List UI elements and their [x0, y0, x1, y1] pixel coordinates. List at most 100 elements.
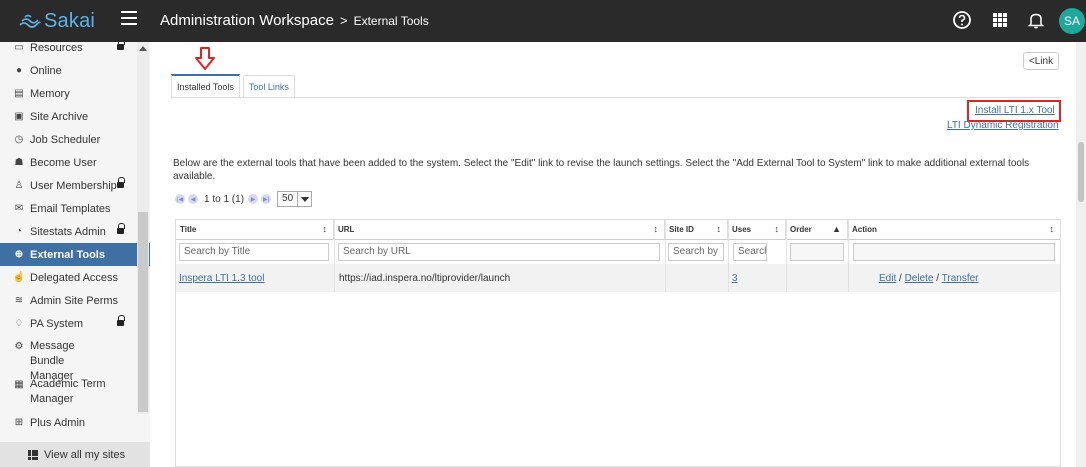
sidebar-item-label: Memory	[30, 87, 70, 100]
sidebar-item-plus-admin[interactable]: ⊞ Plus Admin	[0, 411, 150, 434]
sort-icon: ↕	[322, 224, 328, 234]
page-scroll-thumb[interactable]	[1078, 142, 1084, 202]
column-header-order[interactable]: Order ▲	[786, 220, 848, 240]
tool-uses-cell: 3	[732, 273, 738, 284]
tools-description: Below are the external tools that have b…	[173, 158, 1030, 182]
action-filter-input[interactable]	[853, 243, 1055, 261]
column-header-action[interactable]: Action ↕	[848, 220, 1060, 240]
sort-ascending-icon: ▲	[832, 224, 841, 234]
tool-title-link[interactable]: Inspera LTI 1.3 tool	[179, 273, 264, 284]
install-lti-tool-link[interactable]: Install LTI 1.x Tool	[975, 105, 1055, 116]
sidebar-item-email-templates[interactable]: ✉ Email Templates	[0, 197, 150, 220]
column-header-site-id[interactable]: Site ID ↕	[665, 220, 728, 240]
sort-icon: ↕	[716, 224, 722, 234]
url-search-input[interactable]: Search by URL	[338, 243, 660, 261]
sidebar-item-label: External Tools	[30, 248, 105, 261]
view-all-sites-label: View all my sites	[44, 448, 126, 461]
sakai-logo[interactable]: Sakai	[18, 8, 95, 34]
tool-url-cell: https://iad.inspera.no/ltiprovider/launc…	[339, 273, 511, 284]
breadcrumb-separator: >	[339, 13, 348, 28]
sidebar-item-label: Site Archive	[30, 110, 89, 123]
help-icon[interactable]	[952, 10, 972, 30]
sidebar-item-memory[interactable]: ▤ Memory	[0, 82, 150, 105]
delete-link[interactable]: Delete	[905, 273, 934, 284]
notifications-bell-icon[interactable]	[1026, 10, 1046, 30]
column-divider	[848, 220, 849, 292]
sidebar-item-online[interactable]: ● Online	[0, 59, 150, 82]
globe-icon: ⊕	[14, 249, 24, 260]
tool-action-cell: Edit / Delete / Transfer	[879, 273, 979, 284]
uses-search-input[interactable]: Search	[733, 243, 767, 261]
external-tools-table: Title ↕ URL ↕ Site ID ↕ Uses ↕ Order ▲ A…	[175, 219, 1061, 467]
next-page-icon[interactable]: ▶	[248, 194, 259, 204]
column-header-url[interactable]: URL ↕	[334, 220, 665, 240]
sidebar-item-user-membership[interactable]: ♙ User Membership	[0, 174, 150, 197]
sidebar-item-site-archive[interactable]: ▣ Site Archive	[0, 105, 150, 128]
sidebar-tool-list: ▭ Resources ● Online ▤ Memory ▣ Site Arc…	[0, 42, 150, 434]
sidebar-item-admin-site-perms[interactable]: ≋ Admin Site Perms	[0, 289, 150, 312]
column-header-title[interactable]: Title ↕	[176, 220, 334, 240]
hamburger-menu-icon[interactable]	[121, 11, 137, 29]
apps-grid-icon[interactable]	[990, 10, 1010, 30]
lock-icon	[117, 315, 125, 327]
sidebar-item-label: Delegated Access	[30, 271, 119, 284]
share-link-button[interactable]: < Link	[1023, 52, 1059, 70]
tool-title: External Tools	[353, 13, 429, 28]
sidebar-item-message-bundle-manager[interactable]: ⚙ Message Bundle Manager	[0, 335, 150, 382]
tool-tabs: Installed Tools Tool Links	[171, 74, 298, 97]
column-divider	[665, 220, 666, 292]
column-header-uses[interactable]: Uses ↕	[728, 220, 786, 240]
column-header-label: Order	[790, 225, 812, 234]
sidebar-item-label: Email Templates	[30, 202, 111, 215]
sidebar-item-academic-term-manager[interactable]: ▦ Academic Term Manager	[0, 373, 150, 411]
sidebar-item-resources[interactable]: ▭ Resources	[0, 42, 150, 59]
tab-installed-tools[interactable]: Installed Tools	[171, 74, 240, 97]
first-page-icon[interactable]: |◀	[175, 194, 185, 204]
site-id-search-input[interactable]: Search by	[668, 243, 724, 261]
order-filter-input[interactable]	[790, 243, 844, 261]
bell-icon: ♢	[14, 318, 24, 329]
sidebar-item-delegated-access[interactable]: ☝ Delegated Access	[0, 266, 150, 289]
transfer-link[interactable]: Transfer	[942, 273, 979, 284]
sidebar-item-sitestats-admin[interactable]: ◔ Sitestats Admin	[0, 220, 150, 243]
page-scrollbar[interactable]	[1076, 42, 1086, 467]
sliders-icon: ≋	[14, 295, 24, 306]
sidebar-item-label: Online	[30, 64, 62, 77]
sidebar-item-external-tools[interactable]: ⊕ External Tools	[0, 243, 150, 266]
lti-dynamic-registration-link[interactable]: LTI Dynamic Registration	[947, 120, 1059, 131]
edit-link[interactable]: Edit	[879, 273, 896, 284]
title-search-input[interactable]: Search by Title	[179, 243, 329, 261]
sidebar-item-job-scheduler[interactable]: ◷ Job Scheduler	[0, 128, 150, 151]
archive-icon: ▣	[14, 111, 24, 122]
page-range: 1 to 1 (1)	[204, 193, 245, 205]
stats-icon: ◔	[15, 226, 23, 237]
previous-page-icon[interactable]: ◀	[188, 194, 198, 204]
tool-uses-link[interactable]: 3	[732, 273, 738, 284]
grid-icon	[28, 449, 38, 460]
lock-icon	[117, 177, 125, 189]
lock-icon	[117, 42, 125, 51]
memory-icon: ▤	[14, 88, 24, 99]
link-button-label: Link	[1034, 55, 1054, 67]
breadcrumb: Administration Workspace > External Tool…	[160, 12, 429, 29]
page-size-value: 50	[282, 193, 294, 204]
sidebar-item-label: Sitestats Admin	[30, 225, 106, 238]
sidebar-item-become-user[interactable]: ☗ Become User	[0, 151, 150, 174]
scroll-up-arrow-icon[interactable]	[139, 46, 147, 51]
site-title[interactable]: Administration Workspace	[160, 12, 334, 29]
page-size-select[interactable]: 50	[277, 191, 313, 207]
view-all-sites-button[interactable]: View all my sites	[0, 442, 150, 467]
sakai-waves-icon	[19, 14, 41, 28]
column-header-label: Action	[852, 225, 877, 234]
user-avatar[interactable]: SA	[1059, 8, 1085, 34]
sidebar-item-pa-system[interactable]: ♢ PA System	[0, 312, 150, 335]
sidebar-scroll-thumb[interactable]	[138, 212, 148, 412]
user-icon: ♙	[14, 180, 24, 191]
last-page-icon[interactable]: ▶|	[261, 194, 272, 204]
tab-tool-links[interactable]: Tool Links	[242, 75, 295, 97]
down-arrow-annotation-icon	[195, 47, 215, 70]
tool-sidebar: ▭ Resources ● Online ▤ Memory ▣ Site Arc…	[0, 42, 150, 467]
column-divider	[334, 220, 335, 292]
sidebar-scrollbar[interactable]	[137, 42, 149, 414]
sidebar-item-label: Admin Site Perms	[30, 294, 119, 307]
